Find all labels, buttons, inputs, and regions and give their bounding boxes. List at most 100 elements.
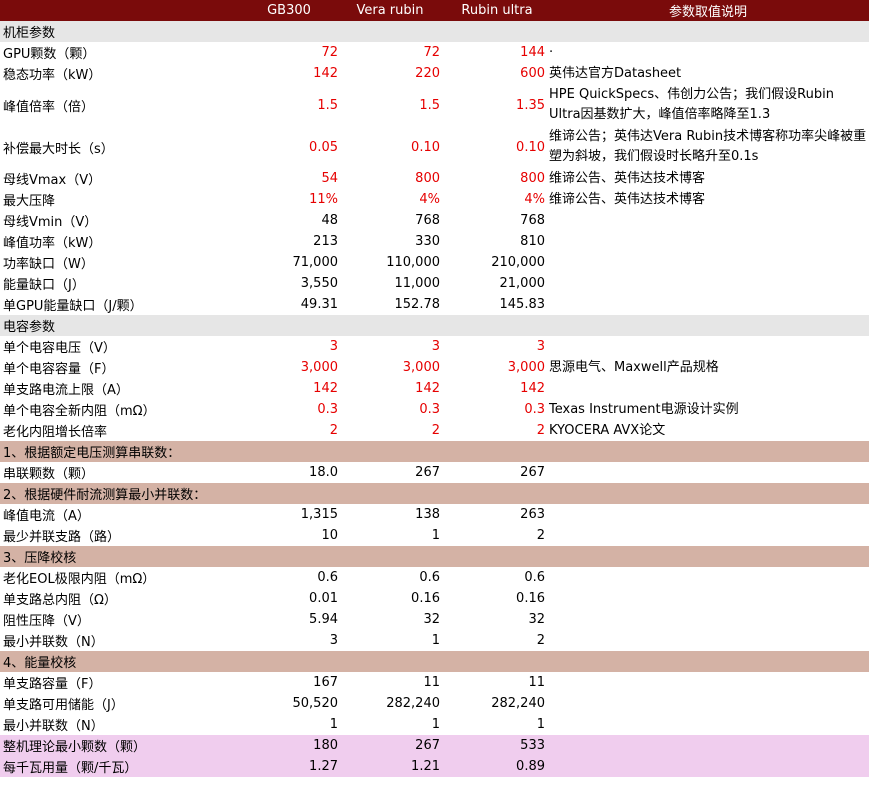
row-note: 维谛公告、英伟达技术博客 (549, 191, 706, 207)
header-notes: 参数取值说明 (668, 5, 747, 20)
table-row: 整机理论最小颗数（颗） 180 267 533 (0, 735, 869, 756)
value-vera-rubin: 4% (419, 192, 440, 207)
row-label: 单支路总内阻（Ω） (3, 593, 117, 608)
value-vera-rubin: 3,000 (402, 360, 440, 375)
value-vera-rubin: 267 (415, 738, 440, 753)
value-rubin-ultra: 0.89 (516, 759, 545, 774)
row-label: 整机理论最小颗数（颗） (3, 740, 147, 755)
table-row: 单支路容量（F） 167 11 11 (0, 672, 869, 693)
row-note: HPE QuickSpecs、伟创力公告；我们假设Rubin Ultra因基数扩… (549, 87, 834, 122)
value-gb300: 18.0 (309, 465, 338, 480)
value-vera-rubin: 0.10 (411, 139, 440, 155)
row-label: 机柜参数 (3, 26, 56, 41)
row-label: 单支路电流上限（A） (3, 383, 129, 398)
table-row: 单个电容全新内阻（mΩ） 0.3 0.3 0.3 Texas Instrument电源设… (0, 399, 869, 420)
value-gb300: 50,520 (292, 696, 339, 711)
value-gb300: 3 (329, 633, 338, 648)
value-rubin-ultra: 3 (536, 339, 545, 354)
row-label: 单支路可用储能（J） (3, 698, 124, 713)
value-gb300: 11% (309, 192, 338, 207)
row-label: 电容参数 (3, 320, 56, 335)
value-gb300: 54 (321, 171, 338, 186)
value-vera-rubin: 282,240 (386, 696, 440, 711)
value-rubin-ultra: 32 (528, 612, 545, 627)
value-gb300: 0.01 (309, 591, 338, 606)
value-vera-rubin: 1 (431, 717, 440, 732)
table-row: 母线Vmax（V） 54 800 800 维谛公告、英伟达技术博客 (0, 168, 869, 189)
value-gb300: 1 (329, 717, 338, 732)
row-label: 峰值倍率（倍） (3, 99, 95, 115)
value-vera-rubin: 330 (415, 234, 440, 249)
row-label: 最小并联数（N） (3, 719, 104, 734)
value-gb300: 48 (321, 213, 338, 228)
value-gb300: 142 (313, 66, 338, 81)
value-vera-rubin: 267 (415, 465, 440, 480)
value-rubin-ultra: 800 (520, 171, 545, 186)
value-gb300: 142 (313, 381, 338, 396)
table-row: 峰值功率（kW） 213 330 810 (0, 231, 869, 252)
value-gb300: 1.27 (309, 759, 338, 774)
row-note: Texas Instrument电源设计实例 (549, 401, 739, 417)
value-vera-rubin: 768 (415, 213, 440, 228)
row-label: 能量缺口（J） (3, 278, 85, 293)
table-row: GPU颗数（颗） 72 72 144 · (0, 42, 869, 63)
value-gb300: 71,000 (292, 255, 339, 270)
row-label: GPU颗数（颗） (3, 47, 96, 62)
row-note: KYOCERA AVX论文 (549, 422, 666, 438)
value-rubin-ultra: 142 (520, 381, 545, 396)
row-label: 每千瓦用量（颗/千瓦） (3, 761, 138, 776)
table-row: 稳态功率（kW） 142 220 600 英伟达官方Datasheet (0, 63, 869, 84)
table-row: 补偿最大时长（s） 0.05 0.10 0.10 维谛公告；英伟达Vera Rubin技… (0, 126, 869, 168)
value-rubin-ultra: 0.3 (524, 402, 545, 417)
value-rubin-ultra: 2 (536, 633, 545, 648)
value-rubin-ultra: 11 (528, 675, 545, 690)
value-rubin-ultra: 3,000 (507, 360, 545, 375)
value-vera-rubin: 11 (423, 675, 440, 690)
value-rubin-ultra: 1 (536, 717, 545, 732)
row-note: 英伟达官方Datasheet (549, 65, 682, 81)
row-label: 最大压降 (3, 194, 56, 209)
section-header: 4、能量校核 (0, 651, 869, 672)
value-rubin-ultra: 267 (520, 465, 545, 480)
value-rubin-ultra: 144 (520, 45, 545, 60)
row-label: 补偿最大时长（s） (3, 141, 114, 157)
value-gb300: 1,315 (300, 507, 338, 522)
value-rubin-ultra: 21,000 (499, 276, 546, 291)
value-gb300: 180 (313, 738, 338, 753)
value-rubin-ultra: 0.10 (516, 139, 545, 155)
value-gb300: 3,000 (300, 360, 338, 375)
value-vera-rubin: 72 (423, 45, 440, 60)
table-row: 单个电容容量（F） 3,000 3,000 3,000 思源电气、Maxwell产品规格 (0, 357, 869, 378)
value-gb300: 0.05 (309, 139, 338, 155)
row-note: 维谛公告、英伟达技术博客 (549, 170, 706, 186)
table-row: 最大压降 11% 4% 4% 维谛公告、英伟达技术博客 (0, 189, 869, 210)
value-gb300: 213 (313, 234, 338, 249)
spreadsheet: GB300 Vera rubin Rubin ultra 参数取值说明 机柜参数… (0, 0, 869, 787)
value-vera-rubin: 3 (431, 339, 440, 354)
value-rubin-ultra: 282,240 (491, 696, 545, 711)
value-vera-rubin: 800 (415, 171, 440, 186)
row-note: · (549, 44, 554, 60)
row-label: 最小并联数（N） (3, 635, 104, 650)
section-header: 电容参数 (0, 315, 869, 336)
row-label: 4、能量校核 (3, 656, 77, 671)
row-label: 峰值功率（kW） (3, 236, 102, 251)
table-row: 老化内阻增长倍率 2 2 2 KYOCERA AVX论文 (0, 420, 869, 441)
row-label: 稳态功率（kW） (3, 68, 102, 83)
row-label: 单支路容量（F） (3, 677, 102, 692)
table-row: 单个电容电压（V） 3 3 3 (0, 336, 869, 357)
value-rubin-ultra: 2 (536, 423, 545, 438)
header-rubin-ultra: Rubin ultra (461, 3, 533, 18)
table-row: 最小并联数（N） 1 1 1 (0, 714, 869, 735)
value-rubin-ultra: 533 (520, 738, 545, 753)
value-vera-rubin: 1.5 (419, 97, 440, 113)
table-row: 单支路电流上限（A） 142 142 142 (0, 378, 869, 399)
value-vera-rubin: 0.16 (411, 591, 440, 606)
value-gb300: 0.6 (317, 570, 338, 585)
row-label: 2、根据硬件耐流测算最小并联数： (3, 488, 207, 503)
row-label: 阻性压降（V） (3, 614, 90, 629)
value-gb300: 10 (321, 528, 338, 543)
value-vera-rubin: 1 (431, 528, 440, 543)
value-vera-rubin: 32 (423, 612, 440, 627)
value-vera-rubin: 138 (415, 507, 440, 522)
